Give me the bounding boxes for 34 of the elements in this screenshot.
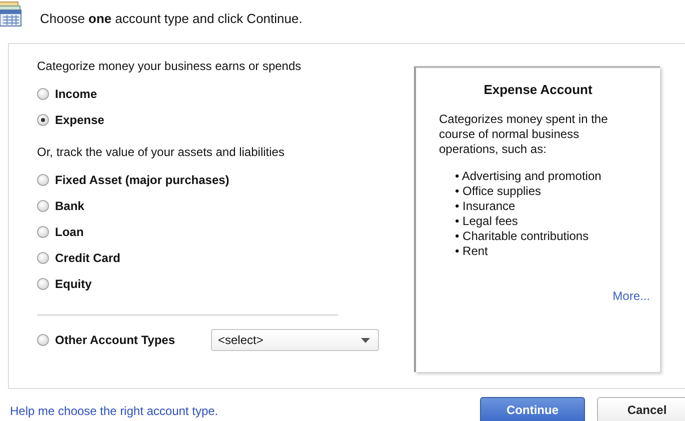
radio-button[interactable]: [37, 114, 49, 126]
caret-icon: [361, 338, 370, 342]
section-heading: Or, track the value of your assets and liabilities: [37, 145, 286, 159]
radio-button[interactable]: [37, 278, 49, 290]
account-list-icon: [0, 1, 22, 27]
section-heading: Categorize money your business earns or spends: [37, 59, 302, 73]
option-label[interactable]: Equity: [55, 277, 92, 291]
option-label[interactable]: Bank: [55, 199, 84, 213]
example-item: • Legal fees: [455, 214, 519, 229]
cancel-button[interactable]: Cancel: [597, 397, 685, 421]
option-label[interactable]: Credit Card: [55, 251, 120, 265]
radio-button[interactable]: [37, 88, 49, 100]
option-label[interactable]: Fixed Asset (major purchases): [55, 173, 230, 187]
radio-button[interactable]: [37, 252, 49, 264]
more-link[interactable]: More...: [612, 289, 650, 303]
info-description: Categorizes money spent in the course of normal business operations, such as:: [439, 112, 609, 157]
example-item: • Advertising and promotion: [455, 169, 602, 184]
example-item: • Insurance: [455, 199, 516, 214]
option-label[interactable]: Expense: [55, 113, 104, 127]
example-item: • Office supplies: [455, 184, 542, 199]
option-label[interactable]: Income: [55, 87, 98, 101]
option-label[interactable]: Loan: [55, 225, 84, 239]
radio-button[interactable]: [37, 334, 49, 346]
continue-button[interactable]: Continue: [480, 397, 585, 421]
radio-button[interactable]: [37, 174, 49, 186]
radio-button[interactable]: [37, 226, 49, 238]
example-item: • Charitable contributions: [455, 229, 590, 244]
option-label[interactable]: Other Account Types: [55, 333, 211, 347]
example-item: • Rent: [455, 244, 489, 259]
radio-button[interactable]: [37, 200, 49, 212]
info-title: Expense Account: [482, 82, 594, 97]
account-type-dropdown[interactable]: <select>: [211, 329, 379, 351]
help-link[interactable]: Help me choose the right account type.: [10, 404, 218, 418]
instruction-text: Choose one account type and click Continue.: [40, 11, 302, 26]
